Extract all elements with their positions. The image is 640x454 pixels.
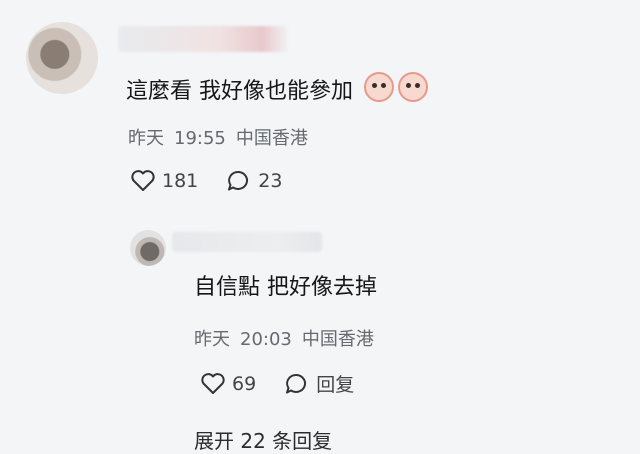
heart-icon [201, 372, 225, 394]
replier-avatar[interactable] [130, 230, 166, 266]
reply-like-button[interactable]: 69 [200, 372, 256, 396]
comment-actions: 181 23 [130, 169, 310, 193]
crying-face-emoji-icon [398, 72, 428, 102]
comment-meta: 昨天 19:55 中国香港 [128, 124, 318, 150]
reply-location: 中国香港 [301, 329, 374, 350]
reply-date: 昨天 [194, 329, 230, 350]
heart-icon [131, 170, 155, 191]
reply-reply-button[interactable]: 回复 [284, 370, 354, 397]
speech-bubble-icon [228, 170, 249, 191]
reply-text-content: 自信點 把好像去掉 [194, 275, 377, 300]
comment-date: 昨天 [128, 128, 164, 149]
like-count: 181 [162, 170, 199, 192]
crying-face-emoji-icon [364, 72, 394, 102]
speech-bubble-icon [286, 373, 307, 393]
reply-reply-label: 回复 [316, 374, 355, 396]
like-button[interactable]: 181 [130, 169, 198, 193]
reply-actions: 69 回复 [200, 370, 382, 397]
replier-name-blurred[interactable] [172, 232, 322, 252]
commenter-name-blurred[interactable] [118, 26, 288, 52]
reply-time: 20:03 [240, 329, 292, 350]
reply-button[interactable]: 23 [226, 169, 282, 193]
expand-replies-link[interactable]: 展开 22 条回复 [194, 425, 332, 454]
reply-count: 23 [258, 170, 283, 192]
comment-text: 這麼看 我好像也能參加 [126, 72, 428, 106]
comment-text-content: 這麼看 我好像也能參加 [126, 79, 353, 104]
commenter-avatar[interactable] [26, 22, 98, 94]
reply-like-count: 69 [232, 372, 257, 395]
reply-text: 自信點 把好像去掉 [194, 274, 377, 302]
comment-time: 19:55 [174, 128, 226, 149]
comment-location: 中国香港 [235, 128, 308, 149]
reply-meta: 昨天 20:03 中国香港 [194, 325, 384, 351]
